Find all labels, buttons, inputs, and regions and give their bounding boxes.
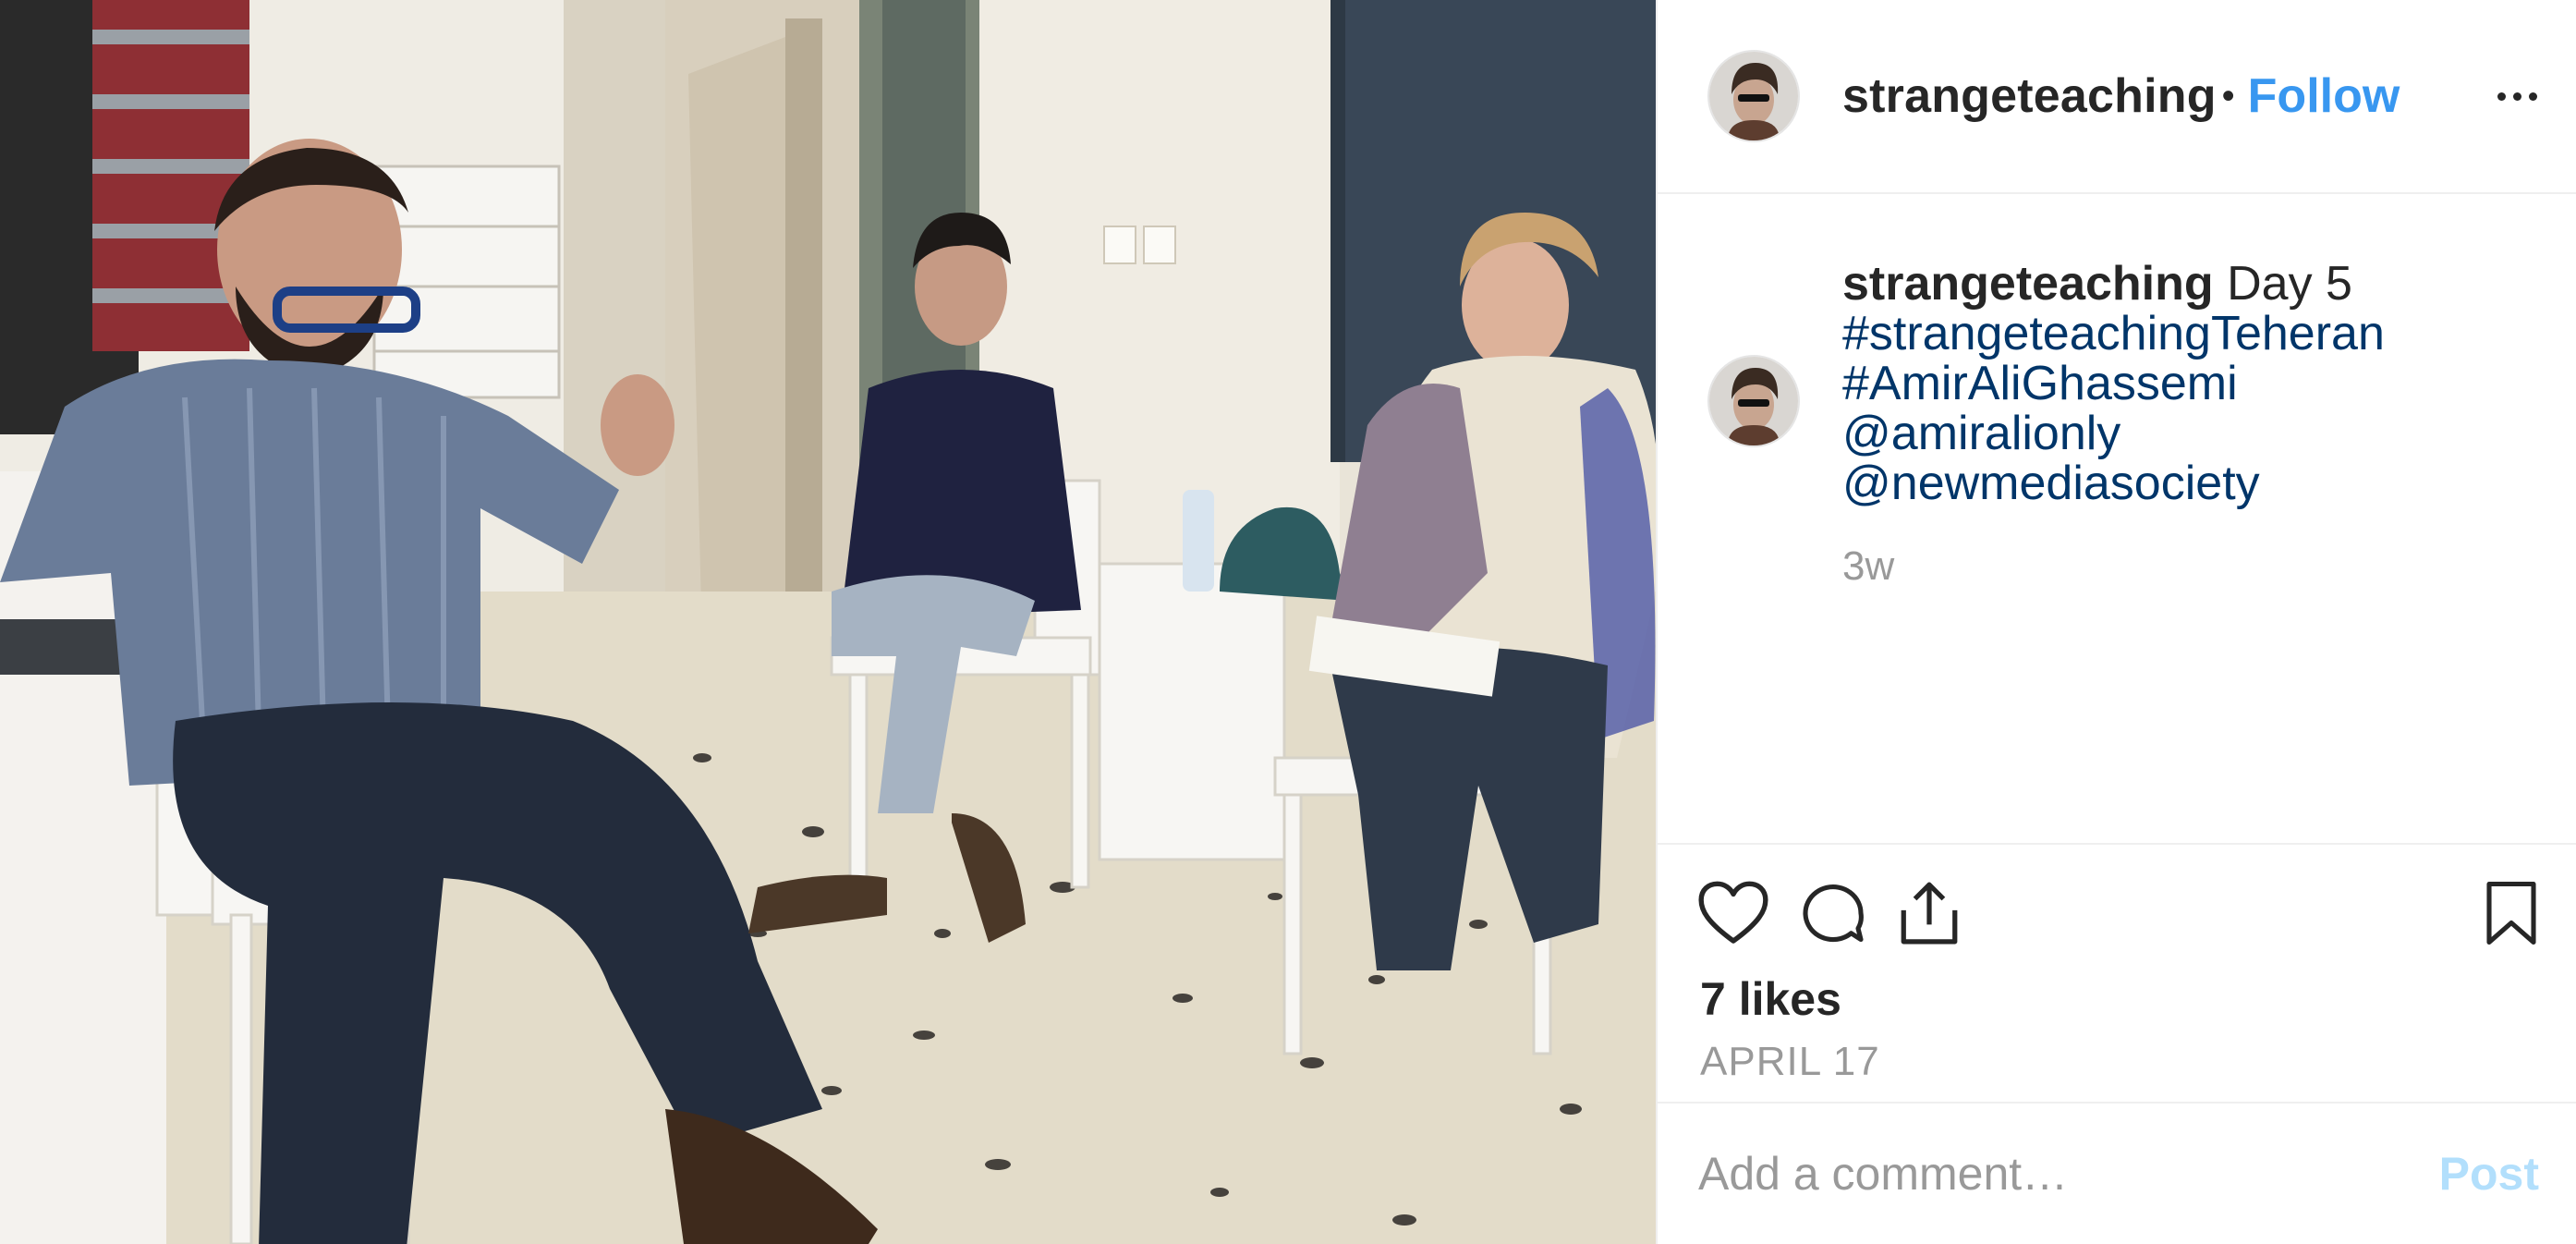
- caption: strangeteaching Day 5 #strangeteachingTe…: [1707, 259, 2539, 592]
- hashtag-link[interactable]: #AmirAliGhassemi: [1842, 359, 2385, 409]
- action-icons: [1698, 845, 2539, 969]
- caption-avatar[interactable]: [1707, 355, 1800, 447]
- hashtag-link[interactable]: #strangeteachingTeheran: [1842, 309, 2385, 359]
- follow-button[interactable]: Follow: [2248, 68, 2400, 124]
- caption-timestamp[interactable]: 3w: [1842, 542, 2385, 592]
- more-dot: [2513, 91, 2521, 101]
- post-header: strangeteaching • Follow: [1658, 0, 2576, 194]
- comment-icon[interactable]: [1800, 880, 1866, 946]
- post-actions: 7 likes APRIL 17: [1658, 845, 2576, 1104]
- more-dot: [2529, 91, 2537, 101]
- post-photo[interactable]: [0, 0, 1656, 1244]
- post-side-panel: strangeteaching • Follow strangeteaching…: [1656, 0, 2576, 1244]
- post-comment-button[interactable]: Post: [2439, 1147, 2539, 1201]
- caption-text: Day 5: [2227, 257, 2352, 311]
- caption-username[interactable]: strangeteaching: [1842, 257, 2214, 311]
- heart-icon[interactable]: [1698, 881, 1768, 945]
- share-icon[interactable]: [1898, 879, 1961, 947]
- comment-input[interactable]: [1698, 1147, 2421, 1201]
- more-dot: [2497, 91, 2506, 101]
- bookmark-icon[interactable]: [2484, 879, 2539, 947]
- avatar-image: [1709, 357, 1798, 445]
- caption-body: strangeteaching Day 5 #strangeteachingTe…: [1842, 259, 2385, 592]
- more-options-icon[interactable]: [2494, 83, 2541, 110]
- comments-area: strangeteaching Day 5 #strangeteachingTe…: [1658, 194, 2576, 845]
- mention-link[interactable]: @amiralionly: [1842, 409, 2385, 458]
- header-username[interactable]: strangeteaching: [1842, 68, 2217, 124]
- caption-first-line: strangeteaching Day 5: [1842, 259, 2385, 309]
- post-date[interactable]: APRIL 17: [1698, 1039, 2539, 1085]
- header-separator: •: [2221, 75, 2235, 116]
- likes-count[interactable]: 7 likes: [1698, 972, 2539, 1026]
- avatar-image: [1709, 52, 1798, 140]
- photo-scene: [0, 0, 1656, 1244]
- avatar[interactable]: [1707, 50, 1800, 142]
- mention-link[interactable]: @newmediasociety: [1842, 458, 2385, 508]
- instagram-post: strangeteaching • Follow strangeteaching…: [0, 0, 2576, 1244]
- add-comment-section: Post: [1658, 1104, 2576, 1244]
